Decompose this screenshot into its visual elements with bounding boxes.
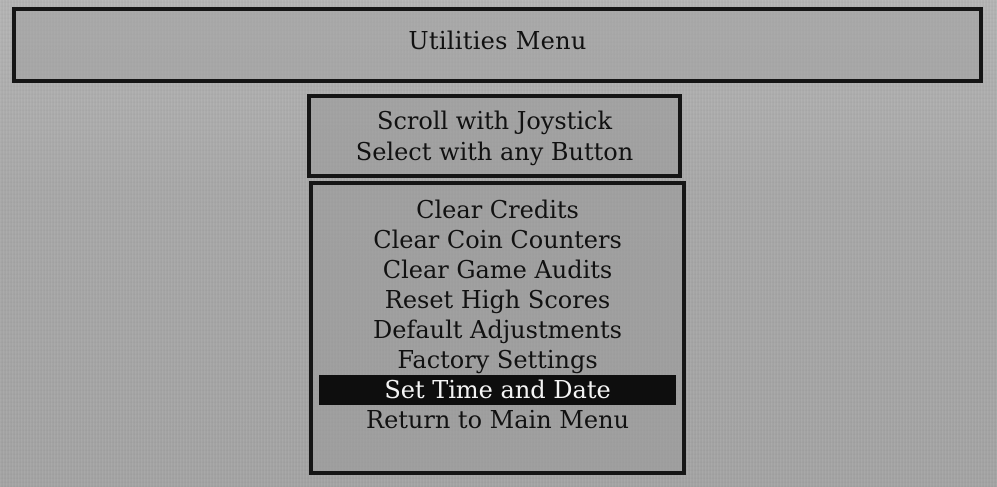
menu-item-reset-high-scores[interactable]: Reset High Scores <box>319 285 676 315</box>
menu-item-return-to-main-menu[interactable]: Return to Main Menu <box>319 405 676 435</box>
menu-item-set-time-and-date[interactable]: Set Time and Date <box>319 375 676 405</box>
utilities-menu: Clear Credits Clear Coin Counters Clear … <box>309 181 686 475</box>
title-bar: Utilities Menu <box>12 7 983 83</box>
menu-item-clear-credits[interactable]: Clear Credits <box>319 195 676 225</box>
page-title: Utilities Menu <box>408 27 587 55</box>
menu-item-clear-coin-counters[interactable]: Clear Coin Counters <box>319 225 676 255</box>
menu-item-default-adjustments[interactable]: Default Adjustments <box>319 315 676 345</box>
instructions-panel: Scroll with Joystick Select with any But… <box>307 94 682 178</box>
instruction-scroll: Scroll with Joystick <box>377 107 612 135</box>
menu-item-factory-settings[interactable]: Factory Settings <box>319 345 676 375</box>
utilities-screen: Utilities Menu Scroll with Joystick Sele… <box>0 0 997 487</box>
menu-item-clear-game-audits[interactable]: Clear Game Audits <box>319 255 676 285</box>
instruction-select: Select with any Button <box>355 138 634 166</box>
